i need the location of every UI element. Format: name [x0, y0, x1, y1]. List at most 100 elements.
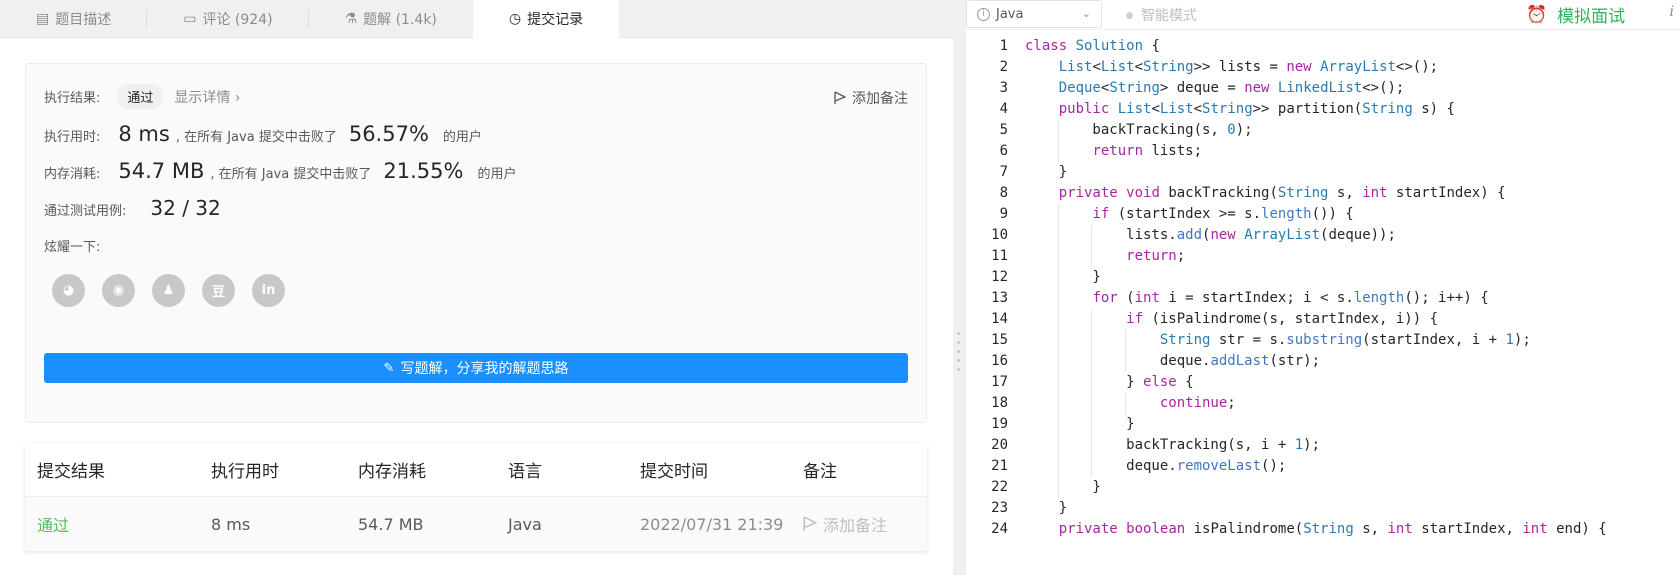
weibo-icon[interactable]: ◉ — [102, 274, 135, 307]
tab-solutions[interactable]: ⚗ 题解 (1.4k) — [309, 0, 473, 38]
tab-comments[interactable]: ▭ 评论 (924) — [147, 0, 309, 38]
chevron-down-icon: ⌄ — [1081, 7, 1091, 20]
line-number: 24 — [991, 521, 1008, 537]
tab-label: 提交记录 — [527, 12, 584, 28]
code-text: return lists; — [1092, 143, 1203, 159]
tab-submissions[interactable]: ◷ 提交记录 — [472, 0, 620, 38]
runtime-value: 8 ms — [118, 122, 170, 146]
code-line[interactable]: 18 continue; — [966, 393, 1680, 414]
header-result: 提交结果 — [37, 462, 105, 482]
mock-interview-label: 模拟面试 — [1557, 7, 1626, 27]
code-line[interactable]: 8 private void backTracking(String s, in… — [966, 183, 1680, 204]
document-icon: ▤ — [36, 11, 50, 27]
code-text: return; — [1126, 248, 1186, 264]
row-language: Java — [508, 514, 542, 534]
code-text: } — [1025, 269, 1101, 285]
clock-icon: ◷ — [508, 11, 522, 27]
code-line[interactable]: 19 } — [966, 414, 1680, 435]
info-icon[interactable]: i — [1670, 4, 1674, 20]
line-number: 7 — [999, 164, 1008, 180]
code-line[interactable]: 5 backTracking(s, 0); — [966, 120, 1680, 141]
table-row[interactable]: 通过 8 ms 54.7 MB Java 2022/07/31 21:39 添加… — [25, 497, 927, 551]
runtime-text: , 在所有 Java 提交中击败了 — [175, 130, 337, 145]
line-number: 21 — [991, 458, 1008, 474]
wechat-icon[interactable]: ◕ — [52, 274, 85, 307]
code-line[interactable]: 2 List<List<String>> lists = new ArrayLi… — [966, 57, 1680, 78]
dot-icon — [1126, 11, 1133, 19]
code-line[interactable]: 22 } — [966, 477, 1680, 498]
tab-label: 评论 (924) — [202, 12, 273, 28]
code-text: deque.removeLast(); — [1025, 458, 1287, 474]
show-details-link[interactable]: 显示详情 › — [174, 87, 240, 107]
code-line[interactable]: 16 deque.addLast(str); — [966, 351, 1680, 372]
app-root: ▤ 题目描述 ▭ 评论 (924) ⚗ 题解 (1.4k) ◷ 提交记录 执行结… — [0, 0, 1680, 575]
linkedin-icon[interactable]: in — [252, 274, 285, 307]
pencil-icon: ✎ — [383, 360, 395, 376]
code-line[interactable]: 23 } — [966, 498, 1680, 519]
code-line[interactable]: 24 private boolean isPalindrome(String s… — [966, 519, 1680, 540]
header-time: 提交时间 — [640, 462, 708, 482]
line-number: 12 — [991, 269, 1008, 285]
line-number: 1 — [999, 38, 1008, 54]
runtime-users: 的用户 — [442, 130, 482, 145]
code-line[interactable]: 17 } else { — [966, 372, 1680, 393]
code-line[interactable]: 20 backTracking(s, i + 1); — [966, 435, 1680, 456]
code-text: if (isPalindrome(s, startIndex, i)) { — [1126, 311, 1439, 327]
submission-table: 提交结果 执行用时 内存消耗 语言 提交时间 备注 通过 8 ms 54.7 M… — [25, 443, 927, 551]
code-text: } — [1025, 479, 1101, 495]
memory-row: 内存消耗: 54.7 MB , 在所有 Java 提交中击败了 21.55% 的… — [44, 159, 516, 183]
code-line[interactable]: 11 return; — [966, 246, 1680, 267]
line-number: 3 — [999, 80, 1008, 96]
panel-resize-handle[interactable] — [953, 0, 966, 575]
code-line[interactable]: 14 if (isPalindrome(s, startIndex, i)) { — [966, 309, 1680, 330]
code-text: lists.add(new ArrayList(deque)); — [1025, 227, 1396, 243]
editor-panel: i Java ⌄ 智能模式 ⏰ 模拟面试 i 1 class Solution {… — [966, 0, 1680, 575]
header-language: 语言 — [508, 462, 542, 482]
code-editor[interactable]: 1 class Solution {2 List<List<String>> li… — [966, 36, 1680, 540]
memory-text: , 在所有 Java 提交中击败了 — [210, 167, 372, 182]
testcases-row: 通过测试用例: 32 / 32 — [44, 196, 227, 220]
comment-icon: ▭ — [183, 11, 197, 27]
line-number: 8 — [999, 185, 1008, 201]
code-text: public List<List<String>> partition(Stri… — [1058, 101, 1455, 117]
code-line[interactable]: 13 for (int i = startIndex; i < s.length… — [966, 288, 1680, 309]
row-runtime: 8 ms — [211, 514, 251, 534]
line-number: 9 — [999, 206, 1008, 222]
code-text: backTracking(s, 0); — [1025, 122, 1253, 138]
code-line[interactable]: 3 Deque<String> deque = new LinkedList<>… — [966, 78, 1680, 99]
code-line[interactable]: 15 String str = s.substring(startIndex, … — [966, 330, 1680, 351]
write-solution-button[interactable]: ✎ 写题解，分享我的解题思路 — [44, 353, 908, 383]
code-text: } — [1025, 164, 1068, 180]
line-number: 5 — [999, 122, 1008, 138]
code-line[interactable]: 9 if (startIndex >= s.length()) { — [966, 204, 1680, 225]
code-text: } else { — [1025, 374, 1194, 390]
smart-mode-label: 智能模式 — [1141, 8, 1197, 24]
runtime-label: 执行用时: — [44, 130, 101, 145]
add-note-button[interactable]: 添加备注 — [834, 88, 908, 108]
code-line[interactable]: 6 return lists; — [966, 141, 1680, 162]
qq-icon[interactable]: ♟ — [152, 274, 185, 307]
row-result-link[interactable]: 通过 — [37, 512, 69, 536]
drag-dots-icon — [957, 332, 961, 377]
code-text: String str = s.substring(startIndex, i +… — [1159, 332, 1531, 348]
tab-description[interactable]: ▤ 题目描述 — [0, 0, 148, 38]
alarm-clock-icon: ⏰ — [1526, 4, 1548, 25]
row-add-note-button[interactable]: 添加备注 — [803, 512, 887, 536]
code-line[interactable]: 21 deque.removeLast(); — [966, 456, 1680, 477]
smart-mode-toggle[interactable]: 智能模式 — [1126, 5, 1197, 25]
language-select[interactable]: i Java ⌄ — [966, 0, 1102, 28]
tab-label: 题解 (1.4k) — [363, 12, 437, 28]
code-text: private boolean isPalindrome(String s, i… — [1058, 521, 1607, 537]
tab-label: 题目描述 — [55, 12, 112, 28]
code-text: List<List<String>> lists = new ArrayList… — [1058, 59, 1439, 75]
code-text: continue; — [1159, 395, 1236, 411]
douban-icon[interactable]: 豆 — [202, 274, 235, 307]
line-number: 15 — [991, 332, 1008, 348]
mock-interview-button[interactable]: ⏰ 模拟面试 — [1526, 2, 1626, 28]
code-line[interactable]: 12 } — [966, 267, 1680, 288]
code-line[interactable]: 10 lists.add(new ArrayList(deque)); — [966, 225, 1680, 246]
code-line[interactable]: 7 } — [966, 162, 1680, 183]
code-line[interactable]: 4 public List<List<String>> partition(St… — [966, 99, 1680, 120]
code-line[interactable]: 1 class Solution { — [966, 36, 1680, 57]
result-row: 执行结果: 通过 显示详情 › — [44, 84, 240, 109]
